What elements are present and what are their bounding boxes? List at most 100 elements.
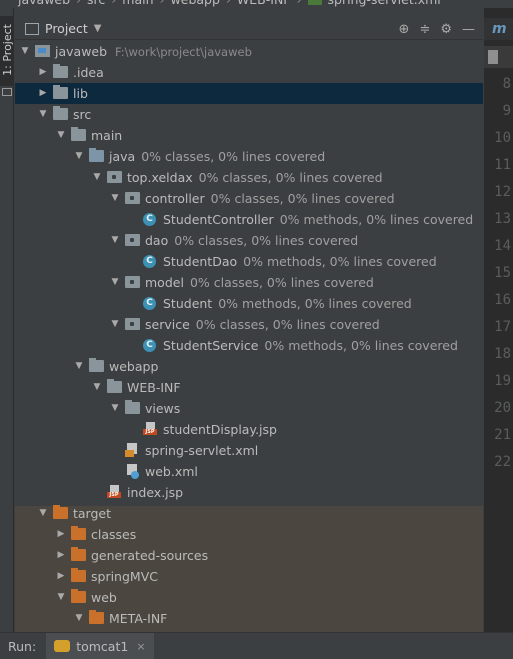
tomcat-icon: [54, 640, 71, 652]
structure-icon[interactable]: [2, 88, 12, 96]
coverage-hint: 0% classes, 0% lines covered: [141, 149, 326, 164]
tree-row[interactable]: ▼ controller 0% classes, 0% lines covered: [15, 188, 483, 209]
hide-icon[interactable]: —: [462, 22, 475, 37]
line-number: 21: [494, 427, 511, 443]
tree-row[interactable]: ▼ main: [15, 125, 483, 146]
chevron-down-icon[interactable]: ▼: [73, 608, 85, 629]
chevron-right-icon[interactable]: ▶: [37, 83, 49, 104]
tree-item-label: web: [91, 587, 117, 608]
folder-icon: [53, 85, 68, 99]
tree-row[interactable]: ▼ views: [15, 398, 483, 419]
tree-item-label: studentDisplay.jsp: [163, 419, 277, 440]
tree-row[interactable]: C StudentService 0% methods, 0% lines cove…: [15, 335, 483, 356]
tree-row[interactable]: ▼ java 0% classes, 0% lines covered: [15, 146, 483, 167]
project-view-selector[interactable]: Project: [45, 21, 88, 36]
coverage-hint: 0% classes, 0% lines covered: [174, 233, 359, 248]
chevron-down-icon[interactable]: ▼: [55, 587, 67, 608]
chevron-down-icon[interactable]: ▼: [109, 272, 121, 293]
chevron-down-icon[interactable]: ▼: [109, 188, 121, 209]
tree-row[interactable]: ▼ META-INF: [15, 608, 483, 629]
chevron-right-icon[interactable]: ▶: [55, 545, 67, 566]
chevron-down-icon[interactable]: ▼: [73, 146, 85, 167]
tree-item-label: model 0% classes, 0% lines covered: [145, 272, 374, 293]
tree-row[interactable]: ▼ model 0% classes, 0% lines covered: [15, 272, 483, 293]
tree-item-name: StudentController: [163, 212, 274, 227]
tree-row[interactable]: ▶ classes: [15, 524, 483, 545]
tree-row[interactable]: ▶ generated-sources: [15, 545, 483, 566]
tree-item-name: src: [73, 107, 92, 122]
tree-row[interactable]: ▼ webapp: [15, 356, 483, 377]
crosshair-icon[interactable]: ⊕: [399, 22, 410, 37]
breadcrumb-separator: ›: [297, 0, 302, 7]
chevron-down-icon[interactable]: ▼: [55, 125, 67, 146]
breadcrumb-item[interactable]: src: [87, 0, 105, 7]
tree-row[interactable]: ▼ javaweb F:\work\project\javaweb: [15, 41, 483, 62]
chevron-down-icon[interactable]: ▼: [94, 23, 102, 34]
coverage-hint: 0% methods, 0% lines covered: [218, 296, 412, 311]
tree-row[interactable]: C StudentDao 0% methods, 0% lines covered: [15, 251, 483, 272]
tree-row[interactable]: JSP index.jsp: [15, 482, 483, 503]
chevron-down-icon[interactable]: ▼: [109, 314, 121, 335]
project-tool-tab[interactable]: 1: Project: [0, 16, 14, 86]
run-tab-tomcat1[interactable]: tomcat1 ×: [46, 632, 154, 659]
breadcrumb-item[interactable]: spring-servlet.xml: [328, 0, 441, 7]
collapse-all-icon[interactable]: ≑: [419, 22, 430, 37]
tree-item-name: Student: [163, 296, 213, 311]
tree-item-label: top.xeldax 0% classes, 0% lines covered: [127, 167, 383, 188]
tree-item-label: index.jsp: [127, 482, 183, 503]
coverage-hint: 0% methods, 0% lines covered: [243, 254, 437, 269]
tree-row[interactable]: JSP studentDisplay.jsp: [15, 419, 483, 440]
chevron-down-icon[interactable]: ▼: [91, 167, 103, 188]
tree-row[interactable]: ▼ top.xeldax 0% classes, 0% lines covered: [15, 167, 483, 188]
chevron-down-icon[interactable]: ▼: [37, 104, 49, 125]
breadcrumb-item[interactable]: javaweb: [18, 0, 70, 7]
jsp-file-icon: JSP: [143, 422, 157, 436]
chevron-right-icon[interactable]: ▶: [55, 524, 67, 545]
breadcrumb-item[interactable]: webapp: [171, 0, 220, 7]
breadcrumb-item[interactable]: main: [122, 0, 153, 7]
tree-row[interactable]: ▼ src: [15, 104, 483, 125]
editor-tab[interactable]: m: [484, 18, 513, 40]
project-panel: Project ▼ ⊕ ≑ ⚙ — ▼ javaweb F:\work\projec…: [15, 8, 483, 632]
tree-row[interactable]: C StudentController 0% methods, 0% lines c…: [15, 209, 483, 230]
chevron-down-icon[interactable]: ▼: [37, 503, 49, 524]
tree-row[interactable]: ▼ dao 0% classes, 0% lines covered: [15, 230, 483, 251]
chevron-down-icon[interactable]: ▼: [91, 377, 103, 398]
tree-item-label: classes: [91, 524, 136, 545]
chevron-down-icon[interactable]: ▼: [73, 356, 85, 377]
chevron-down-icon[interactable]: ▼: [109, 398, 121, 419]
line-number: 10: [494, 130, 511, 146]
tree-row[interactable]: ▼ web: [15, 587, 483, 608]
excluded-folder-icon: [71, 568, 86, 582]
chevron-down-icon[interactable]: ▼: [19, 41, 31, 62]
tree-item-label: java 0% classes, 0% lines covered: [109, 146, 325, 167]
breadcrumb-item[interactable]: WEB-INF: [237, 0, 291, 7]
tree-row[interactable]: ▼ target: [15, 503, 483, 524]
tree-row[interactable]: ▶ lib: [15, 83, 483, 104]
tree-item-label: .idea: [73, 62, 104, 83]
tree-row[interactable]: ▶ springMVC: [15, 566, 483, 587]
tree-row[interactable]: ▶ .idea: [15, 62, 483, 83]
tree-row[interactable]: spring-servlet.xml: [15, 440, 483, 461]
chevron-right-icon[interactable]: ▶: [55, 566, 67, 587]
coverage-hint: 0% classes, 0% lines covered: [210, 191, 395, 206]
tree-item-name: generated-sources: [91, 548, 209, 563]
chevron-down-icon[interactable]: ▼: [109, 230, 121, 251]
folder-icon: [71, 127, 86, 141]
close-icon[interactable]: ×: [136, 640, 145, 653]
chevron-right-icon[interactable]: ▶: [37, 62, 49, 83]
tree-row[interactable]: web.xml: [15, 461, 483, 482]
tree-row[interactable]: ▼ service 0% classes, 0% lines covered: [15, 314, 483, 335]
tree-item-name: META-INF: [109, 611, 168, 626]
tree-row[interactable]: ▼ WEB-INF: [15, 377, 483, 398]
gear-icon[interactable]: ⚙: [440, 22, 452, 37]
tree-item-name: web.xml: [145, 464, 198, 479]
xml-file-icon: [125, 443, 139, 457]
tree-item-name: dao: [145, 233, 169, 248]
project-tool-tab-label: 1: Project: [1, 24, 14, 76]
tree-item-name: StudentDao: [163, 254, 238, 269]
coverage-hint: 0% methods, 0% lines covered: [279, 212, 474, 227]
line-number: 16: [494, 292, 511, 308]
line-number: 12: [494, 184, 511, 200]
tree-row[interactable]: C Student 0% methods, 0% lines covered: [15, 293, 483, 314]
